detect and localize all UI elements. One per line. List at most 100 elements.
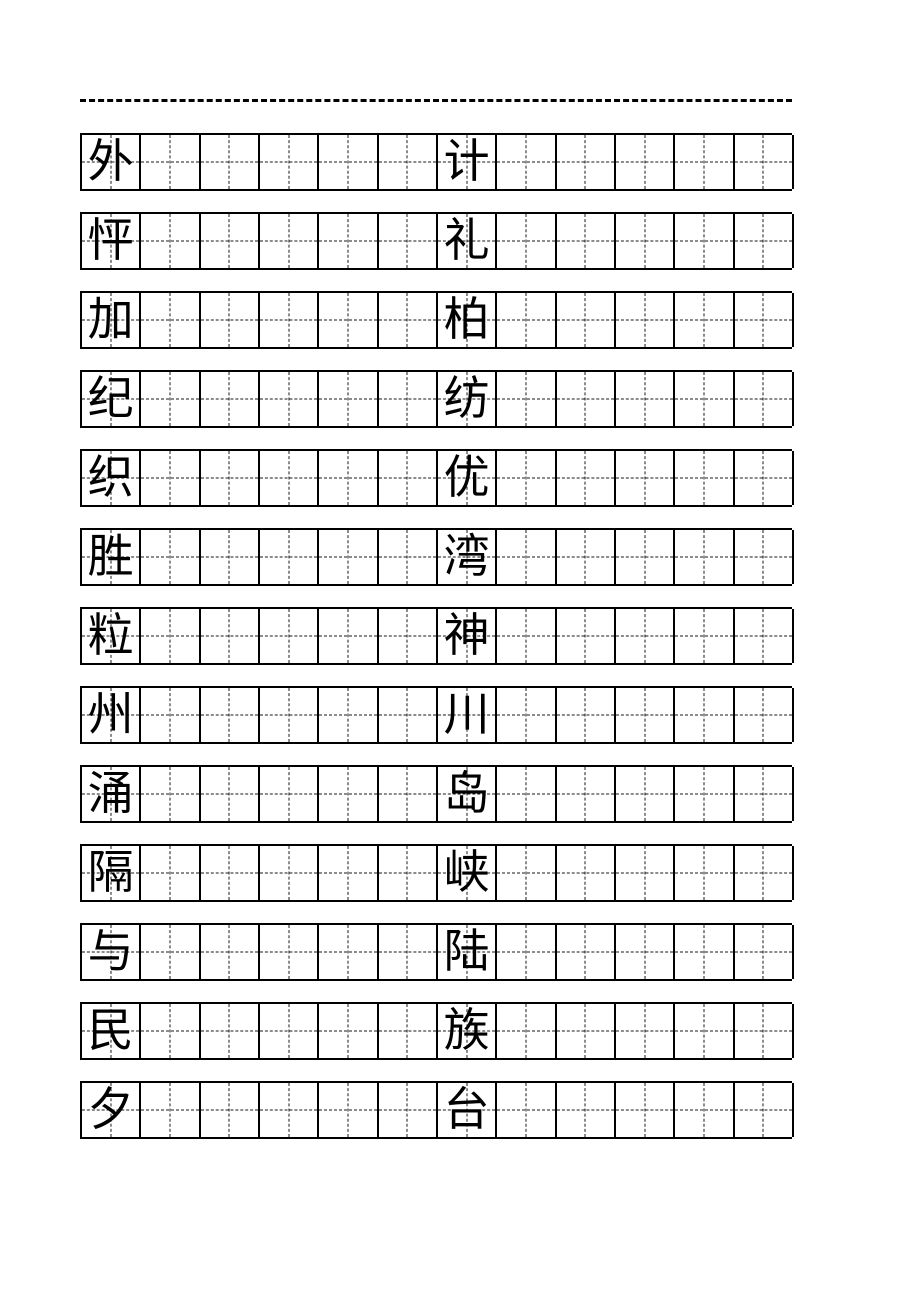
blank-practice-cell[interactable] — [141, 372, 201, 426]
blank-practice-cell[interactable] — [675, 451, 735, 505]
blank-practice-cell[interactable] — [616, 451, 676, 505]
blank-practice-cell[interactable] — [557, 293, 616, 347]
blank-practice-cell[interactable] — [735, 688, 794, 742]
blank-practice-cell[interactable] — [201, 846, 260, 900]
blank-practice-cell[interactable] — [557, 530, 616, 584]
blank-practice-cell[interactable] — [557, 609, 616, 663]
blank-practice-cell[interactable] — [497, 1004, 557, 1058]
blank-practice-cell[interactable] — [201, 372, 260, 426]
blank-practice-cell[interactable] — [557, 925, 616, 979]
blank-practice-cell[interactable] — [497, 530, 557, 584]
blank-practice-cell[interactable] — [260, 135, 320, 189]
blank-practice-cell[interactable] — [141, 293, 201, 347]
blank-practice-cell[interactable] — [319, 372, 379, 426]
blank-practice-cell[interactable] — [497, 293, 557, 347]
model-character-cell[interactable]: 峡 — [438, 846, 498, 900]
blank-practice-cell[interactable] — [141, 1004, 201, 1058]
blank-practice-cell[interactable] — [735, 214, 794, 268]
blank-practice-cell[interactable] — [557, 135, 616, 189]
blank-practice-cell[interactable] — [319, 135, 379, 189]
blank-practice-cell[interactable] — [616, 925, 676, 979]
blank-practice-cell[interactable] — [260, 1004, 320, 1058]
blank-practice-cell[interactable] — [379, 135, 438, 189]
blank-practice-cell[interactable] — [497, 135, 557, 189]
blank-practice-cell[interactable] — [379, 214, 438, 268]
blank-practice-cell[interactable] — [319, 767, 379, 821]
blank-practice-cell[interactable] — [675, 609, 735, 663]
blank-practice-cell[interactable] — [201, 609, 260, 663]
model-character-cell[interactable]: 纪 — [82, 372, 142, 426]
blank-practice-cell[interactable] — [260, 846, 320, 900]
model-character-cell[interactable]: 岛 — [438, 767, 498, 821]
blank-practice-cell[interactable] — [557, 688, 616, 742]
blank-practice-cell[interactable] — [616, 293, 676, 347]
model-character-cell[interactable]: 民 — [82, 1004, 142, 1058]
blank-practice-cell[interactable] — [616, 530, 676, 584]
blank-practice-cell[interactable] — [260, 688, 320, 742]
model-character-cell[interactable]: 夕 — [82, 1083, 142, 1137]
blank-practice-cell[interactable] — [557, 451, 616, 505]
blank-practice-cell[interactable] — [675, 925, 735, 979]
blank-practice-cell[interactable] — [379, 530, 438, 584]
blank-practice-cell[interactable] — [379, 767, 438, 821]
blank-practice-cell[interactable] — [735, 530, 794, 584]
blank-practice-cell[interactable] — [557, 1004, 616, 1058]
blank-practice-cell[interactable] — [319, 1004, 379, 1058]
blank-practice-cell[interactable] — [675, 372, 735, 426]
model-character-cell[interactable]: 外 — [82, 135, 142, 189]
model-character-cell[interactable]: 胜 — [82, 530, 142, 584]
model-character-cell[interactable]: 与 — [82, 925, 142, 979]
model-character-cell[interactable]: 加 — [82, 293, 142, 347]
blank-practice-cell[interactable] — [201, 451, 260, 505]
model-character-cell[interactable]: 湾 — [438, 530, 498, 584]
model-character-cell[interactable]: 纺 — [438, 372, 498, 426]
model-character-cell[interactable]: 川 — [438, 688, 498, 742]
blank-practice-cell[interactable] — [260, 925, 320, 979]
blank-practice-cell[interactable] — [379, 293, 438, 347]
model-character-cell[interactable]: 台 — [438, 1083, 498, 1137]
model-character-cell[interactable]: 优 — [438, 451, 498, 505]
blank-practice-cell[interactable] — [497, 214, 557, 268]
blank-practice-cell[interactable] — [379, 846, 438, 900]
blank-practice-cell[interactable] — [319, 688, 379, 742]
blank-practice-cell[interactable] — [379, 372, 438, 426]
blank-practice-cell[interactable] — [201, 293, 260, 347]
model-character-cell[interactable]: 粒 — [82, 609, 142, 663]
blank-practice-cell[interactable] — [675, 214, 735, 268]
blank-practice-cell[interactable] — [319, 1083, 379, 1137]
blank-practice-cell[interactable] — [616, 1083, 676, 1137]
blank-practice-cell[interactable] — [497, 846, 557, 900]
blank-practice-cell[interactable] — [616, 135, 676, 189]
blank-practice-cell[interactable] — [379, 925, 438, 979]
blank-practice-cell[interactable] — [201, 688, 260, 742]
blank-practice-cell[interactable] — [497, 451, 557, 505]
model-character-cell[interactable]: 计 — [438, 135, 498, 189]
blank-practice-cell[interactable] — [379, 1004, 438, 1058]
blank-practice-cell[interactable] — [260, 214, 320, 268]
model-character-cell[interactable]: 怦 — [82, 214, 142, 268]
blank-practice-cell[interactable] — [141, 451, 201, 505]
blank-practice-cell[interactable] — [616, 688, 676, 742]
model-character-cell[interactable]: 族 — [438, 1004, 498, 1058]
blank-practice-cell[interactable] — [201, 135, 260, 189]
blank-practice-cell[interactable] — [557, 372, 616, 426]
blank-practice-cell[interactable] — [735, 1004, 794, 1058]
blank-practice-cell[interactable] — [260, 530, 320, 584]
blank-practice-cell[interactable] — [319, 925, 379, 979]
blank-practice-cell[interactable] — [735, 1083, 794, 1137]
blank-practice-cell[interactable] — [319, 451, 379, 505]
model-character-cell[interactable]: 陆 — [438, 925, 498, 979]
blank-practice-cell[interactable] — [141, 214, 201, 268]
blank-practice-cell[interactable] — [201, 214, 260, 268]
blank-practice-cell[interactable] — [616, 846, 676, 900]
blank-practice-cell[interactable] — [141, 530, 201, 584]
blank-practice-cell[interactable] — [497, 688, 557, 742]
blank-practice-cell[interactable] — [319, 214, 379, 268]
blank-practice-cell[interactable] — [319, 846, 379, 900]
blank-practice-cell[interactable] — [141, 846, 201, 900]
blank-practice-cell[interactable] — [735, 293, 794, 347]
blank-practice-cell[interactable] — [616, 214, 676, 268]
blank-practice-cell[interactable] — [319, 293, 379, 347]
blank-practice-cell[interactable] — [735, 846, 794, 900]
blank-practice-cell[interactable] — [141, 135, 201, 189]
